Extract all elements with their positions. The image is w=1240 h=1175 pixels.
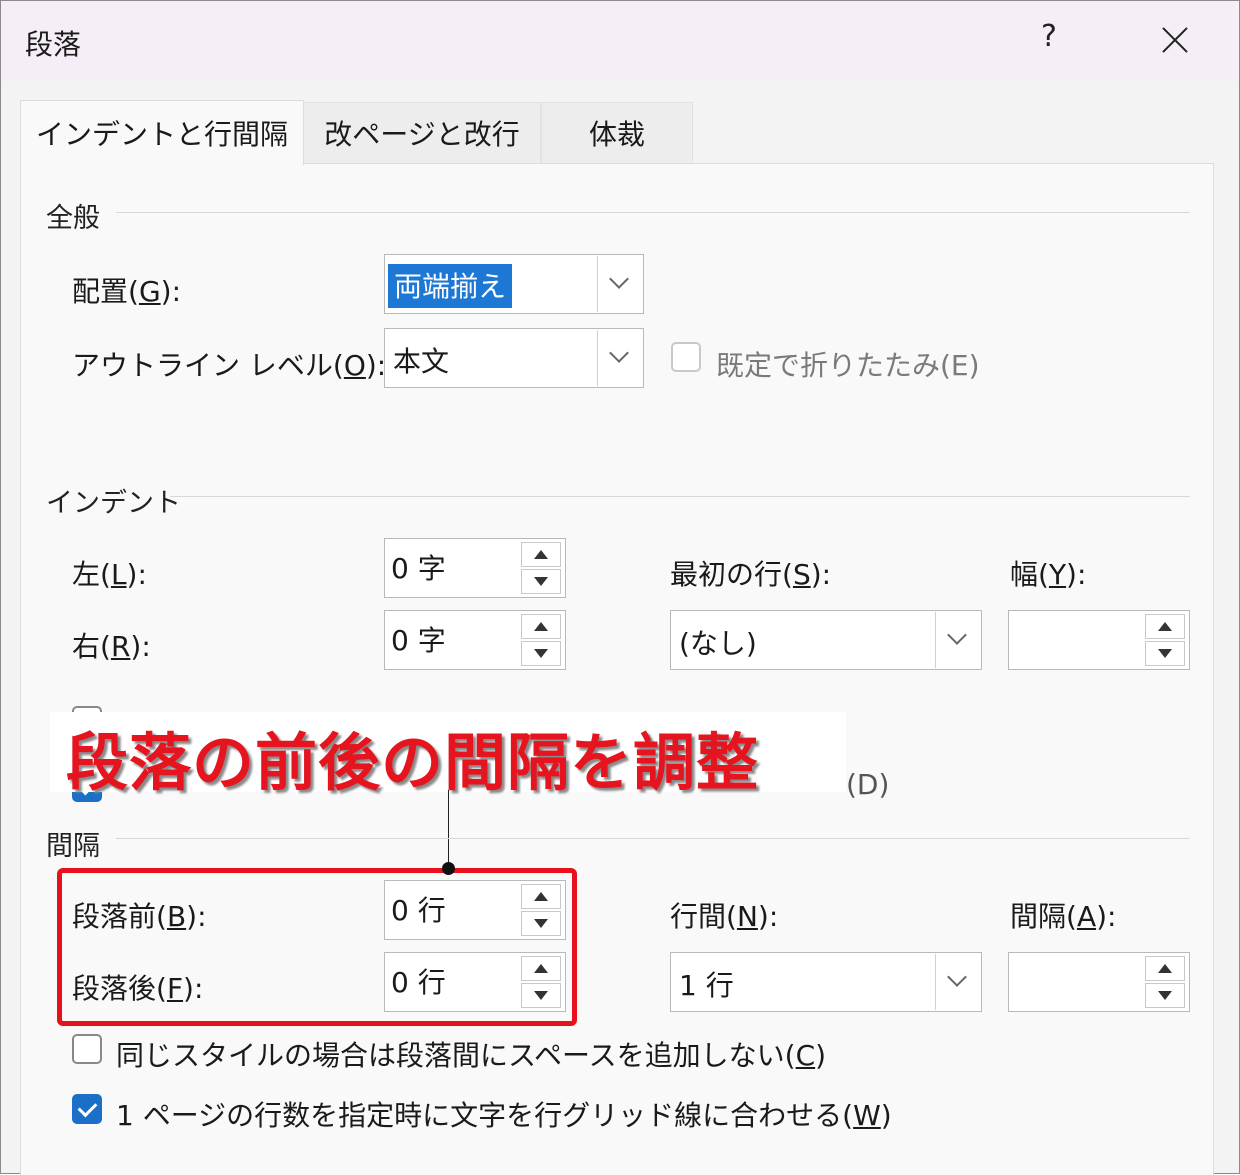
outline-level-dropdown-button[interactable] — [597, 330, 642, 386]
triangle-down-icon — [1158, 649, 1172, 658]
first-line-value: (なし) — [679, 627, 757, 660]
indent-left-spinner[interactable]: 0 字 — [384, 538, 566, 598]
indent-right-label: 右(R): — [72, 630, 151, 663]
indent-right-spinner[interactable]: 0 字 — [384, 610, 566, 670]
triangle-up-icon — [534, 622, 548, 631]
highlight-box — [57, 868, 577, 1026]
triangle-down-icon — [534, 649, 548, 658]
chevron-down-icon — [947, 625, 967, 645]
triangle-up-icon — [1158, 964, 1172, 973]
no-space-same-style-checkbox[interactable] — [72, 1034, 102, 1064]
indent-divider — [170, 496, 1190, 497]
spacing-amount-spinner[interactable] — [1008, 952, 1190, 1012]
spin-up-button[interactable] — [1145, 956, 1185, 981]
spacing-amount-label: 間隔(A): — [1010, 900, 1117, 933]
snap-to-grid-label: 1 ページの行数を指定時に文字を行グリッド線に合わせる(W) — [116, 1099, 892, 1132]
general-heading: 全般 — [46, 203, 100, 234]
spacing-heading: 間隔 — [46, 831, 100, 862]
line-spacing-select[interactable]: 1 行 — [670, 952, 982, 1012]
snap-to-grid-checkbox[interactable] — [72, 1094, 102, 1124]
spin-down-button[interactable] — [1145, 641, 1185, 666]
dialog-title: 段落 — [25, 28, 82, 61]
line-spacing-value: 1 行 — [679, 969, 734, 1002]
line-spacing-label: 行間(N): — [670, 900, 779, 933]
indent-width-label: 幅(Y): — [1010, 558, 1087, 591]
callout-leader-line — [448, 790, 449, 869]
indent-left-label: 左(L): — [72, 558, 147, 591]
line-spacing-dropdown-button[interactable] — [935, 954, 980, 1010]
outline-level-label: アウトライン レベル(O): — [72, 349, 387, 382]
outline-level-value: 本文 — [393, 345, 450, 378]
indent-heading: インデント — [46, 488, 181, 519]
triangle-down-icon — [534, 577, 548, 586]
triangle-down-icon — [1158, 991, 1172, 1000]
tab-indent-spacing[interactable]: インデントと行間隔 — [20, 100, 304, 165]
annotation-callout: 段落の前後の間隔を調整 — [66, 726, 760, 799]
first-line-dropdown-button[interactable] — [935, 612, 980, 668]
general-divider — [116, 212, 1190, 213]
outline-level-select[interactable]: 本文 — [384, 328, 644, 388]
spin-down-button[interactable] — [521, 569, 561, 594]
triangle-up-icon — [534, 550, 548, 559]
spin-up-button[interactable] — [1145, 614, 1185, 639]
alignment-dropdown-button[interactable] — [597, 256, 642, 312]
close-icon[interactable] — [1151, 17, 1199, 65]
callout-anchor-dot — [442, 862, 455, 875]
first-line-label: 最初の行(S): — [670, 558, 832, 591]
tab-line-page-breaks[interactable]: 改ページと改行 — [303, 102, 541, 163]
first-line-select[interactable]: (なし) — [670, 610, 982, 670]
tab-asian-typography[interactable]: 体裁 — [541, 102, 693, 163]
help-button[interactable]: ? — [1041, 19, 1057, 54]
chevron-down-icon — [609, 269, 629, 289]
auto-adjust-indent-label-tail: (D) — [846, 768, 890, 801]
spin-down-button[interactable] — [521, 641, 561, 666]
spacing-divider — [116, 838, 1190, 839]
spin-up-button[interactable] — [521, 542, 561, 567]
collapse-default-label: 既定で折りたたみ(E) — [716, 349, 980, 382]
triangle-up-icon — [1158, 622, 1172, 631]
chevron-down-icon — [947, 967, 967, 987]
indent-right-value: 0 字 — [391, 624, 446, 657]
collapse-default-checkbox[interactable] — [671, 342, 701, 372]
alignment-label: 配置(G): — [72, 275, 181, 308]
indent-left-value: 0 字 — [391, 552, 446, 585]
title-bar: 段落 ? — [1, 1, 1237, 81]
no-space-same-style-label: 同じスタイルの場合は段落間にスペースを追加しない(C) — [116, 1039, 827, 1072]
spin-down-button[interactable] — [1145, 983, 1185, 1008]
indent-width-spinner[interactable] — [1008, 610, 1190, 670]
chevron-down-icon — [609, 343, 629, 363]
spin-up-button[interactable] — [521, 614, 561, 639]
alignment-select[interactable]: 両端揃え — [384, 254, 644, 314]
alignment-value: 両端揃え — [388, 264, 513, 308]
